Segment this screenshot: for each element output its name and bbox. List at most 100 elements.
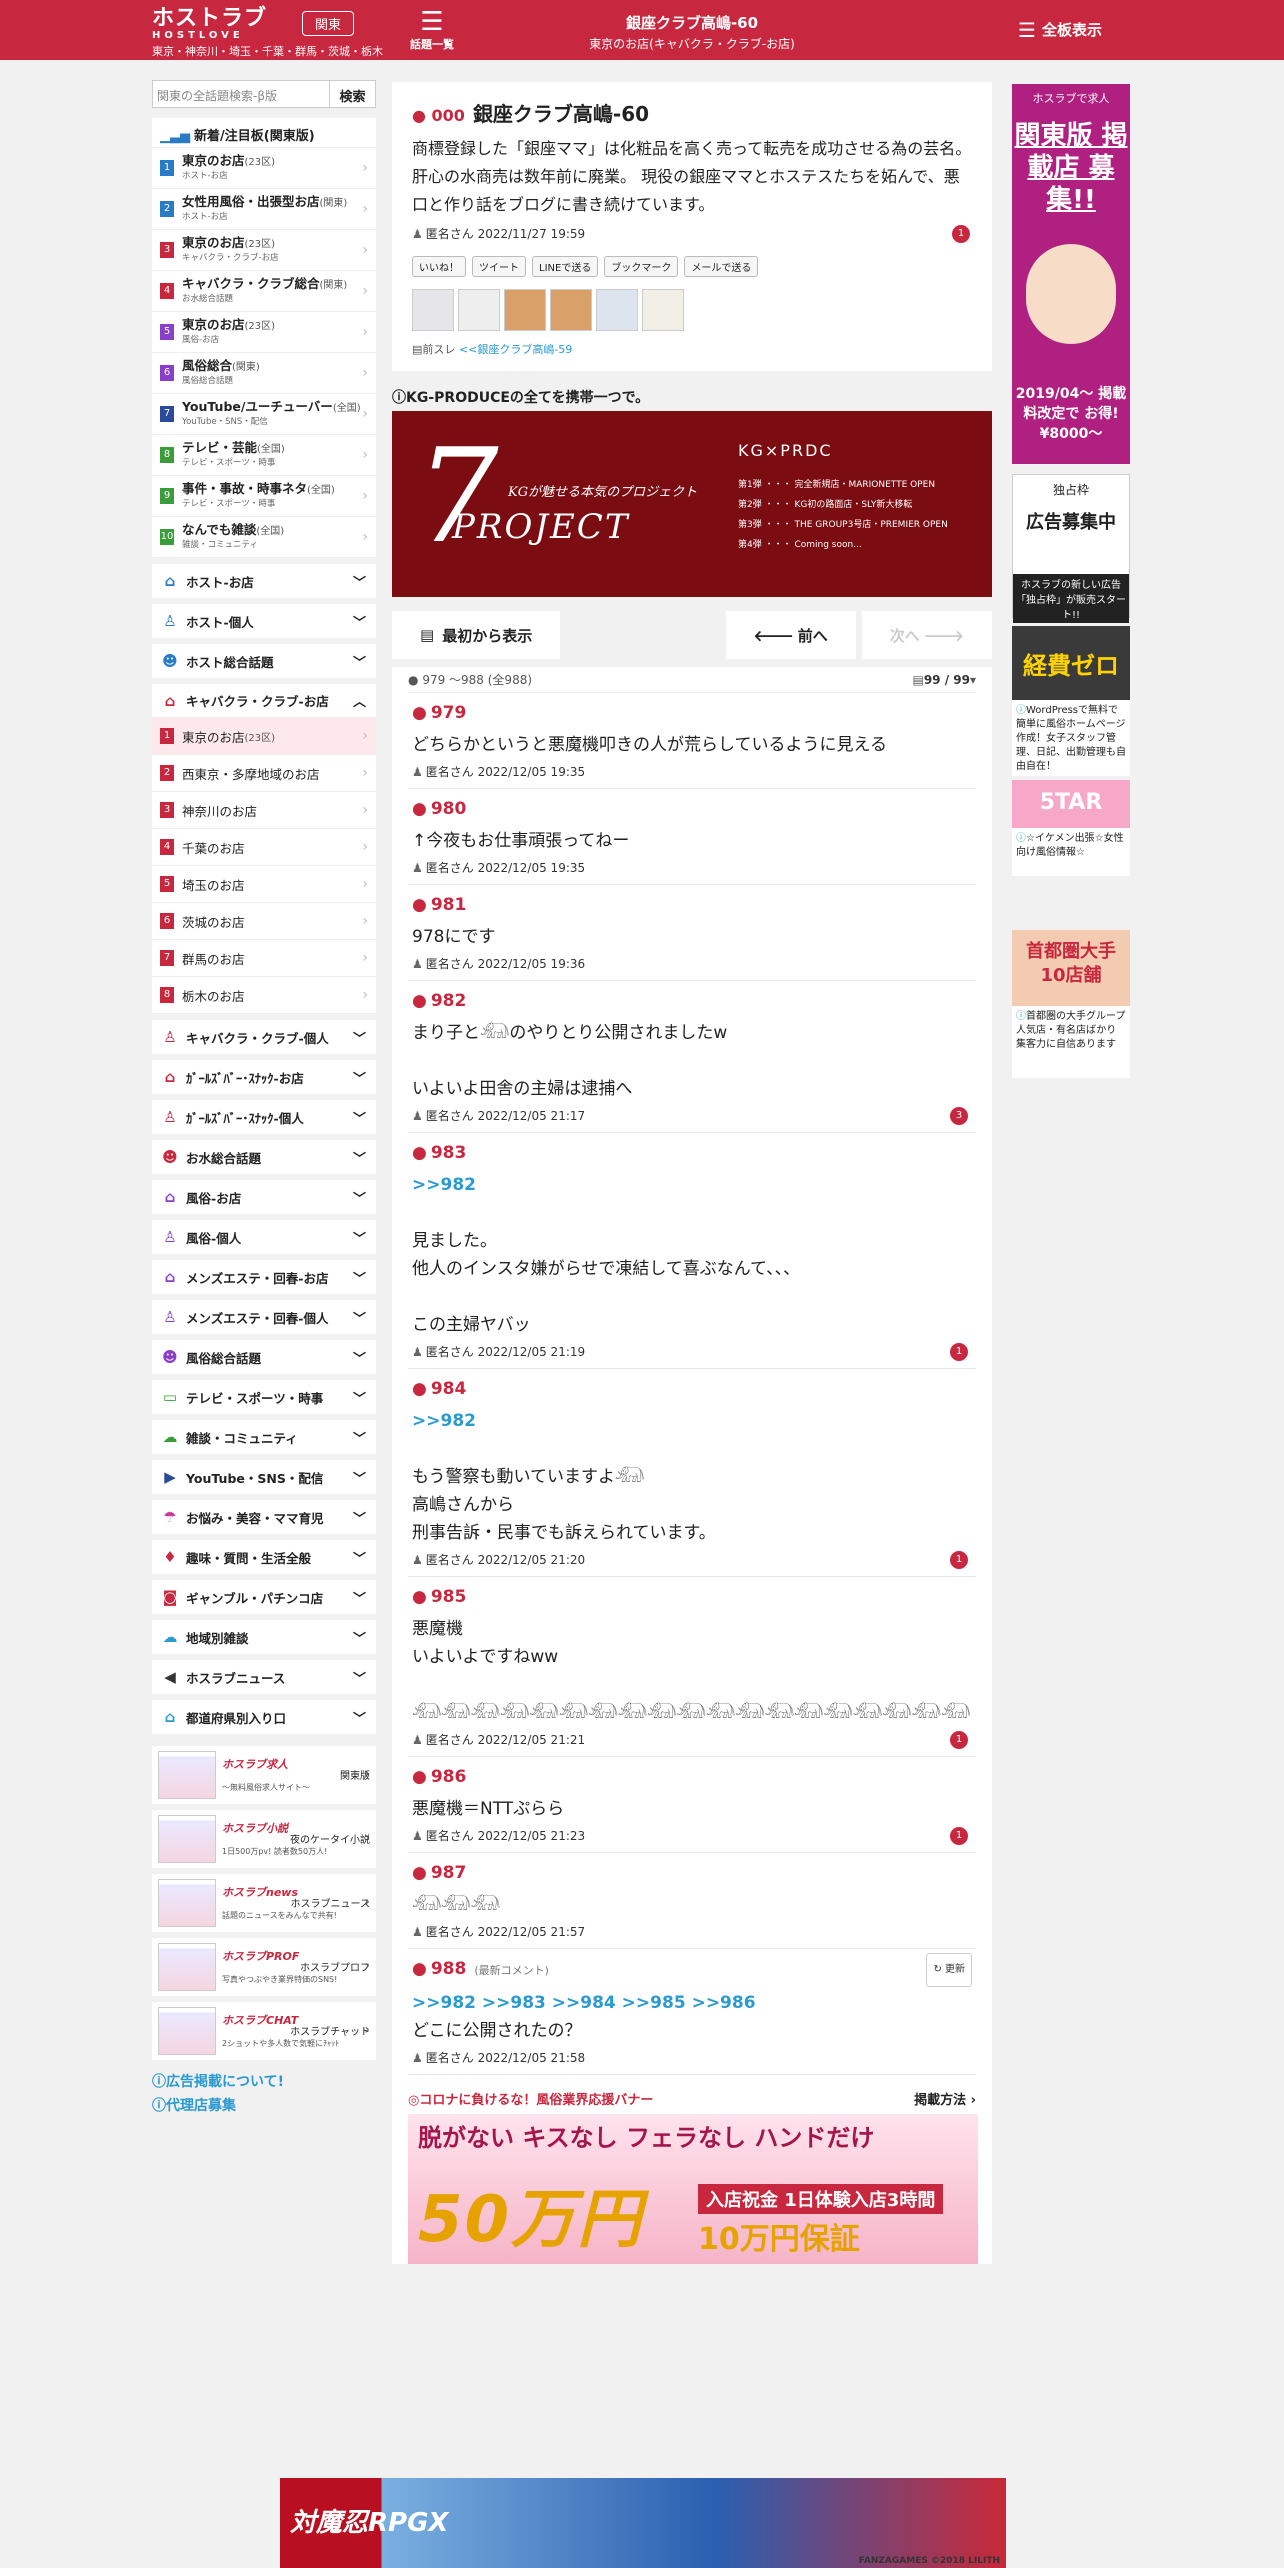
ranking-item[interactable]: 4 キャバクラ・クラブ総合(関東) お水総合話題 ›	[152, 271, 376, 312]
reply-count-badge[interactable]: 1	[950, 1827, 968, 1845]
sub-item[interactable]: 4 千葉のお店 ›	[152, 829, 376, 866]
post-number[interactable]: ● 979	[412, 699, 972, 727]
category-item[interactable]: ☻ お水総合話題 ﹀	[152, 1140, 376, 1174]
ad-exclusive-main: 広告募集中	[1026, 512, 1116, 533]
thumbnail[interactable]	[550, 289, 592, 331]
promo-item[interactable]: ホスラブCHAT ホスラブチャット 2ショットや多人数で気軽にﾁｬｯﾄ ›	[152, 2002, 376, 2060]
share-button[interactable]: メールで送る	[684, 256, 759, 277]
post-anchor[interactable]: >>982	[412, 1171, 972, 1199]
refresh-button[interactable]: ↻ 更新	[926, 1953, 972, 1987]
category-item[interactable]: ☻ ホスト総合話題 ﹀	[152, 644, 376, 678]
category-item[interactable]: ♙ キャバクラ・クラブ-個人 ﹀	[152, 1020, 376, 1054]
category-item[interactable]: ▭ テレビ・スポーツ・時事 ﹀	[152, 1380, 376, 1414]
search-input[interactable]: 関東の全話題検索-β版	[152, 80, 330, 108]
ranking-item[interactable]: 6 風俗総合(関東) 風俗総合話題 ›	[152, 353, 376, 394]
ad-5tar[interactable]: 5TAR ⓘ☆イケメン出張☆女性向け風俗情報☆	[1012, 780, 1130, 876]
sub-item[interactable]: 2 西東京・多摩地域のお店 ›	[152, 755, 376, 792]
sub-item[interactable]: 6 茨城のお店 ›	[152, 903, 376, 940]
reply-count-badge[interactable]: 1	[950, 1343, 968, 1361]
agency-link[interactable]: ⓘ代理店募集	[152, 2094, 376, 2118]
share-button[interactable]: ブックマーク	[604, 256, 679, 277]
ranking-item[interactable]: 9 事件・事故・時事ネタ(全国) テレビ・スポーツ・時事 ›	[152, 476, 376, 517]
promo-item[interactable]: ホスラブ小説 夜のケータイ小説 1日500万pv! 読者数50万人! ›	[152, 1810, 376, 1868]
topics-button[interactable]: ☰ 話題一覧	[410, 8, 454, 52]
share-buttons: いいね！ ツイート LINEで送る ブックマーク メールで送る	[392, 248, 992, 285]
ranking-item[interactable]: 1 東京のお店(23区) ホスト-お店 ›	[152, 148, 376, 189]
category-item[interactable]: ♙ 風俗-個人 ﹀	[152, 1220, 376, 1254]
thumbnail[interactable]	[412, 289, 454, 331]
category-item[interactable]: ⌂ 都道府県別入り口 ﹀	[152, 1700, 376, 1734]
sub-item[interactable]: 3 神奈川のお店 ›	[152, 792, 376, 829]
next-button[interactable]: 次へ 🡒	[861, 611, 992, 659]
post-number[interactable]: ● 982	[412, 987, 972, 1015]
thumbnail[interactable]	[458, 289, 500, 331]
first-button[interactable]: ▤ 最初から表示	[392, 611, 561, 659]
ranking-item[interactable]: 7 YouTube/ユーチューバー(全国) YouTube・SNS・配信 ›	[152, 394, 376, 435]
promo-item[interactable]: ホスラブnews ホスラブニュース 話題のニュースをみんなで共有! ›	[152, 1874, 376, 1932]
category-item[interactable]: ☻ 風俗総合話題 ﹀	[152, 1340, 376, 1374]
post-anchor[interactable]: >>982	[412, 1407, 972, 1435]
search-button[interactable]: 検索	[330, 80, 376, 108]
bottom-ad-banner[interactable]: 対魔忍RPGX FANZAGAMES ©2018 LILITH	[280, 2478, 1006, 2568]
post-number[interactable]: ● 987	[412, 1859, 972, 1887]
thumbnail[interactable]	[596, 289, 638, 331]
site-logo[interactable]: ホストラブ	[152, 8, 267, 30]
category-item[interactable]: ⌂ 風俗-お店 ﹀	[152, 1180, 376, 1214]
ranking-item[interactable]: 8 テレビ・芸能(全国) テレビ・スポーツ・時事 ›	[152, 435, 376, 476]
category-item[interactable]: ⌂ ホスト-お店 ﹀	[152, 564, 376, 598]
reply-count-badge[interactable]: 1	[950, 1551, 968, 1569]
category-item[interactable]: ☁ 雑談・コミュニティ ﹀	[152, 1420, 376, 1454]
region-button[interactable]: 関東	[302, 11, 355, 36]
sub-item[interactable]: 5 埼玉のお店 ›	[152, 866, 376, 903]
sub-item[interactable]: 7 群馬のお店 ›	[152, 940, 376, 977]
ad-wordpress[interactable]: 経費ゼロ ⓘWordPressで無料で簡単に風俗ホームページ作成！女子スタッフ管…	[1012, 626, 1130, 776]
post-number[interactable]: ● 983	[412, 1139, 972, 1167]
thumbnail[interactable]	[642, 289, 684, 331]
post-number[interactable]: ● 988 (最新コメント) ↻ 更新	[412, 1953, 972, 1987]
post-number[interactable]: ● 981	[412, 891, 972, 919]
category-item[interactable]: ⌂ ｶﾞｰﾙｽﾞﾊﾞｰ･ｽﾅｯｸ-お店 ﹀	[152, 1060, 376, 1094]
promo-item[interactable]: ホスラブPROF ホスラブプロフ 写真やつぶやき業界特価のSNS! ›	[152, 1938, 376, 1996]
corona-banner[interactable]: 脱がない キスなし フェラなし ハンドだけ 50万円 入店祝金 1日体験入店3時…	[408, 2114, 978, 2264]
category-item[interactable]: ♙ メンズエステ・回春-個人 ﹀	[152, 1300, 376, 1334]
post-anchor[interactable]: >>982 >>983 >>984 >>985 >>986	[412, 1989, 972, 2017]
post-number[interactable]: ● 986	[412, 1763, 972, 1791]
ranking-item[interactable]: 5 東京のお店(23区) 風俗-お店 ›	[152, 312, 376, 353]
category-kyaba-header[interactable]: ⌂ キャバクラ・クラブ-お店 ︿	[152, 684, 376, 718]
ad-shutoken[interactable]: 首都圏大手 10店舗 ⓘ首都圏の大手グループ 人気店・有名店ばかり 集客力に自信…	[1012, 930, 1130, 1078]
share-button[interactable]: LINEで送る	[532, 256, 599, 277]
kg-banner[interactable]: 7 PROJECT KGが魅せる本気のプロジェクト KG×PRDC 第1弾 ・・…	[392, 411, 992, 597]
category-item[interactable]: ⌂ メンズエステ・回春-お店 ﹀	[152, 1260, 376, 1294]
ad-recruit[interactable]: ホスラブで求人 関東版 掲載店 募集!! 2019/04～ 掲載料改定で お得!…	[1012, 84, 1130, 464]
ranking-item[interactable]: 3 東京のお店(23区) キャバクラ・クラブ-お店 ›	[152, 230, 376, 271]
prev-button[interactable]: 🡐 前へ	[725, 611, 856, 659]
category-item[interactable]: ♙ ｶﾞｰﾙｽﾞﾊﾞｰ･ｽﾅｯｸ-個人 ﹀	[152, 1100, 376, 1134]
ad-info-link[interactable]: ⓘ広告掲載について!	[152, 2070, 376, 2094]
category-item[interactable]: ♙ ホスト-個人 ﹀	[152, 604, 376, 638]
category-item[interactable]: ▶ YouTube・SNS・配信 ﹀	[152, 1460, 376, 1494]
page-select[interactable]: ▤99 / 99▾	[912, 673, 976, 687]
prev-thread-link[interactable]: <<銀座クラブ高嶋-59	[459, 343, 572, 356]
post-number[interactable]: ● 980	[412, 795, 972, 823]
corona-link[interactable]: 掲載方法 ›	[914, 2089, 976, 2108]
ranking-item[interactable]: 2 女性用風俗・出張型お店(関東) ホスト-お店 ›	[152, 189, 376, 230]
post-number[interactable]: ● 984	[412, 1375, 972, 1403]
ranking-item[interactable]: 10 なんでも雑談(全国) 雑談・コミュニティ ›	[152, 517, 376, 558]
category-item[interactable]: ♦ 趣味・質問・生活全般 ﹀	[152, 1540, 376, 1574]
sub-item[interactable]: 8 栃木のお店 ›	[152, 977, 376, 1014]
reply-count-badge[interactable]: 1	[952, 225, 970, 243]
post-number[interactable]: ● 985	[412, 1583, 972, 1611]
category-item[interactable]: ☂ お悩み・美容・ママ育児 ﹀	[152, 1500, 376, 1534]
category-item[interactable]: ◙ ギャンブル・パチンコ店 ﹀	[152, 1580, 376, 1614]
sub-item[interactable]: 1 東京のお店 (23区) ›	[152, 718, 376, 755]
share-button[interactable]: いいね！	[412, 256, 466, 277]
share-button[interactable]: ツイート	[472, 256, 526, 277]
category-item[interactable]: ◀ ホスラブニュース ﹀	[152, 1660, 376, 1694]
reply-count-badge[interactable]: 3	[950, 1107, 968, 1125]
thumbnail[interactable]	[504, 289, 546, 331]
category-item[interactable]: ☁ 地域別雑談 ﹀	[152, 1620, 376, 1654]
ad-exclusive[interactable]: 独占枠 広告募集中 ホスラブの新しい広告「独占枠」が販売スタート!!	[1012, 474, 1130, 623]
reply-count-badge[interactable]: 1	[950, 1731, 968, 1749]
all-boards-button[interactable]: ☰ 全板表示	[1018, 18, 1102, 42]
promo-item[interactable]: ホスラブ求人 関東版 ～無料風俗求人サイト～ ›	[152, 1746, 376, 1804]
